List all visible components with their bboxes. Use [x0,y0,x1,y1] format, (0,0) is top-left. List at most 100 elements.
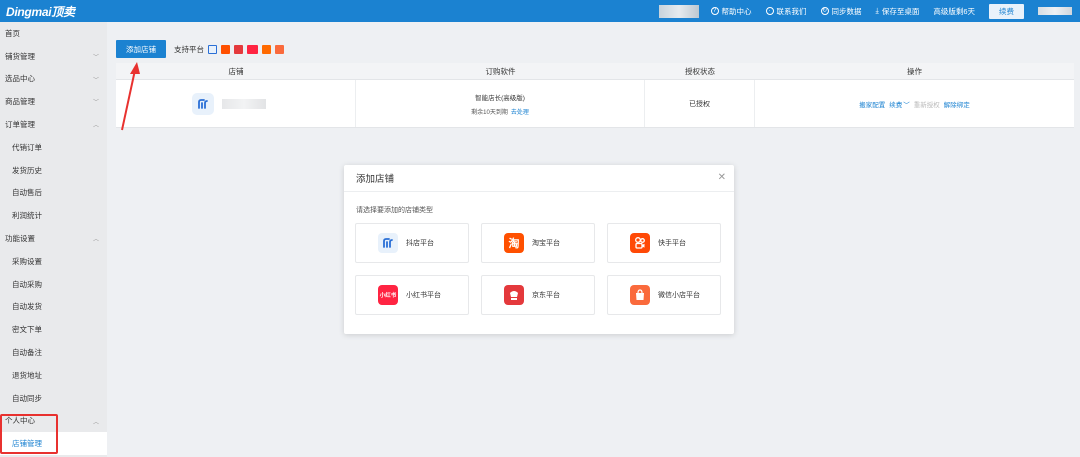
sidebar-item[interactable]: 订单管理 ︿ [0,113,107,136]
chevron-icon: ︿ [92,419,99,426]
xiaohongshu-icon [247,44,258,54]
sidebar-item[interactable]: 铺货管理 ﹀ [0,45,107,68]
sidebar-item-label: 铺货管理 [5,51,35,61]
wechat-shop-icon [275,44,284,54]
platform-douyin[interactable]: 抖店平台 [355,223,469,263]
sidebar-item[interactable]: 自动发货 [0,296,107,319]
unbind-link[interactable]: 解除绑定 [944,99,970,109]
add-shop-button[interactable]: 添加店铺 [116,40,166,58]
shop-table: 店铺 订购软件 授权状态 操作 智能店长(高级版) 剩余10天到期 去处理 已授权… [116,63,1074,128]
sidebar-item-label: 选品中心 [5,74,35,84]
douyin-shop-icon [192,92,214,115]
shop-cell [116,80,356,127]
move-config-link[interactable]: 搬家配置 [859,99,885,109]
sidebar-item[interactable]: 功能设置 ︿ [0,227,107,250]
annotation-arrow [121,62,140,131]
ops-cell: 搬家配置 续费 ﹀ 重新授权 解除绑定 [755,80,1074,127]
col-header-shop: 店铺 [228,66,244,76]
sync-data-link[interactable]: ↻ 同步数据 [820,6,862,17]
sidebar-item[interactable]: 自动采购 [0,273,107,296]
sidebar-item[interactable]: 商品管理 ﹀ [0,90,107,113]
contact-us-link[interactable]: · 联系我们 [765,6,807,17]
user-name-blurred[interactable] [1038,7,1072,15]
sidebar-item[interactable]: 退货地址 [0,364,107,387]
platform-jd[interactable]: 京东平台 [481,275,595,315]
platform-xiaohongshu[interactable]: 小红书 小红书平台 [355,275,469,315]
close-icon[interactable]: ✕ [718,172,726,183]
save-desktop-link[interactable]: ⤓ 保存至桌面 [876,6,920,17]
wechat-shop-icon [630,285,650,305]
blurred-info [658,4,699,18]
jd-icon [504,285,524,305]
renew-button[interactable]: 续费 [989,3,1024,19]
sidebar-item-label: 功能设置 [5,234,35,244]
modal-title: 添加店铺 [356,174,395,185]
taobao-icon [221,44,230,54]
col-header-auth: 授权状态 [685,66,715,76]
kuaishou-icon [630,233,650,253]
plan-status: 高级版剩6天 [933,6,975,16]
sidebar-item-label: 利润统计 [12,211,42,221]
headset-icon: · [765,7,774,15]
auth-status: 已授权 [645,80,755,127]
modal-header: 添加店铺 ✕ [344,165,734,192]
chevron-icon: ﹀ [92,100,99,107]
sidebar-item[interactable]: 选品中心 ﹀ [0,68,107,91]
sidebar-item[interactable]: 首页 [0,22,107,45]
sidebar-item[interactable]: 代销订单 [0,136,107,159]
reauth-link[interactable]: 重新授权 [914,99,940,109]
add-shop-modal: 添加店铺 ✕ 请选择要添加的店铺类型 抖店平台 淘 淘宝平台 快手平台 小红书 … [344,165,734,334]
sidebar: 首页 铺货管理 ﹀ 选品中心 ﹀ 商品管理 ﹀ 订单管理 ︿ 代销订单 发货历史 自动售后 利润统计 功能… [0,22,107,457]
douyin-shop-icon [378,233,398,253]
sidebar-item-label: 订单管理 [5,120,35,130]
sidebar-item-label: 商品管理 [5,97,35,107]
xiaohongshu-icon: 小红书 [378,285,398,305]
sidebar-item-label: 自动备注 [12,348,42,358]
software-name: 智能店长(高级版) [475,94,525,102]
renew-link[interactable]: 续费 [889,99,902,109]
toolbar: 添加店铺 支持平台 [116,40,284,58]
col-header-software: 订购软件 [485,66,516,76]
platform-wechat-shop[interactable]: 微信小店平台 [607,275,721,315]
software-cell: 智能店长(高级版) 剩余10天到期 去处理 [356,80,645,127]
shop-name-blurred [222,98,266,109]
chevron-down-icon[interactable]: ﹀ [903,99,910,109]
sidebar-item[interactable]: 发货历史 [0,159,107,182]
col-header-ops: 操作 [907,66,922,76]
sidebar-item-label: 自动售后 [12,188,42,198]
chevron-icon: ﹀ [92,54,99,61]
question-icon: ? [710,7,719,15]
sidebar-item-label: 首页 [5,28,20,38]
modal-hint: 请选择要添加的店铺类型 [356,207,433,214]
platform-taobao[interactable]: 淘 淘宝平台 [481,223,595,263]
sidebar-item[interactable]: 密文下单 [0,318,107,341]
highlight-box [0,414,58,454]
sidebar-item[interactable]: 自动售后 [0,182,107,205]
download-icon: ⤓ [875,6,879,15]
sidebar-item-label: 发货历史 [12,165,42,175]
top-bar: Dingmai顶卖 ? 帮助中心 · 联系我们 ↻ 同步数据 ⤓ 保存至桌面 高级版剩6… [0,0,1080,22]
expire-info: 剩余10天到期 去处理 [471,109,529,116]
sidebar-item[interactable]: 利润统计 [0,204,107,227]
app-logo[interactable]: Dingmai顶卖 [0,3,110,20]
sidebar-item-label: 自动采购 [12,279,42,289]
sidebar-item[interactable]: 自动备注 [0,341,107,364]
sidebar-item-label: 代销订单 [12,142,42,152]
table-header: 店铺 订购软件 授权状态 操作 [116,63,1074,80]
douyin-shop-icon [208,44,217,54]
help-center-link[interactable]: ? 帮助中心 [710,6,752,17]
jd-icon [234,44,243,54]
handle-link[interactable]: 去处理 [511,110,529,116]
chevron-icon: ︿ [92,237,99,244]
sidebar-item-label: 采购设置 [12,256,42,266]
sidebar-item-label: 自动发货 [12,302,42,312]
chevron-icon: ﹀ [92,77,99,84]
sidebar-item-label: 退货地址 [12,370,42,380]
sidebar-item[interactable]: 采购设置 [0,250,107,273]
sync-icon: ↻ [820,7,829,15]
platform-kuaishou[interactable]: 快手平台 [607,223,721,263]
table-row: 智能店长(高级版) 剩余10天到期 去处理 已授权 搬家配置 续费 ﹀ 重新授权 解… [116,80,1074,128]
sidebar-item-label: 自动同步 [12,393,42,403]
sidebar-item[interactable]: 自动同步 [0,387,107,410]
taobao-icon: 淘 [504,233,524,253]
